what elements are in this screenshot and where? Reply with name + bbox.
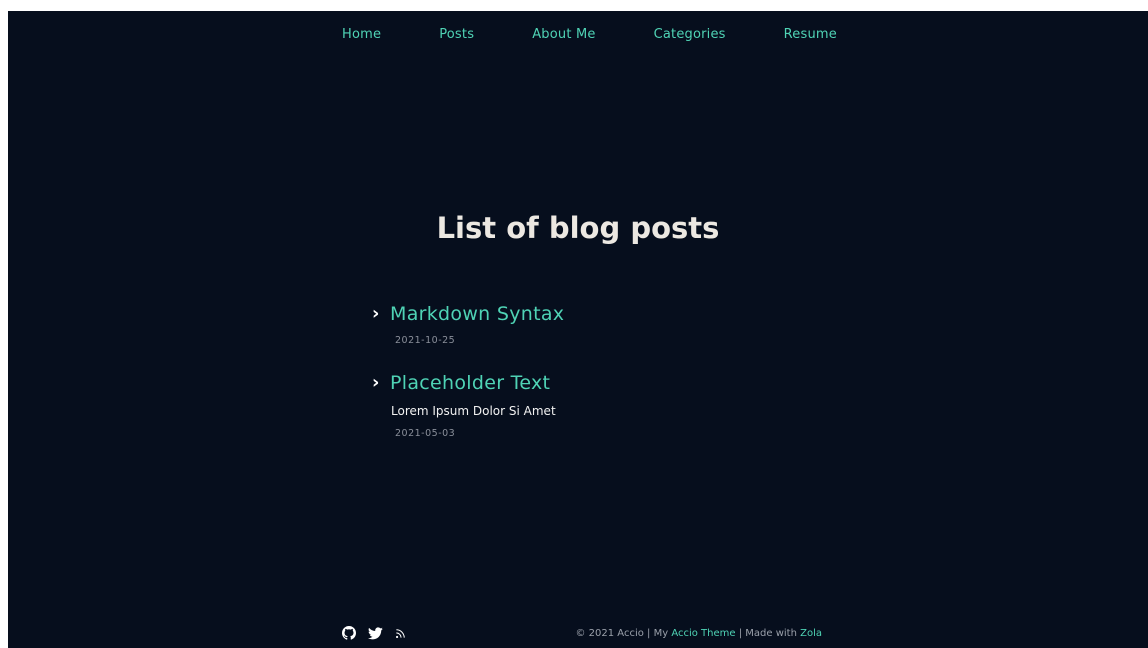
- list-item: › Placeholder Text Lorem Ipsum Dolor Si …: [372, 372, 872, 439]
- nav-item-posts[interactable]: Posts: [439, 27, 474, 42]
- chevron-right-icon: ›: [372, 303, 380, 324]
- copyright-text: © 2021 Accio | My Accio Theme | Made wit…: [575, 628, 822, 639]
- post-list: › Markdown Syntax 2021-10-25 › Placehold…: [372, 303, 872, 465]
- nav-item-categories[interactable]: Categories: [654, 27, 726, 42]
- nav-item-resume[interactable]: Resume: [784, 27, 837, 42]
- post-header: › Placeholder Text: [372, 372, 872, 394]
- rss-icon[interactable]: [395, 628, 406, 639]
- nav-item-about-me[interactable]: About Me: [532, 27, 595, 42]
- post-date: 2021-05-03: [395, 428, 456, 439]
- nav-item-home[interactable]: Home: [342, 27, 381, 42]
- accio-theme-link[interactable]: Accio Theme: [671, 628, 735, 639]
- list-item: › Markdown Syntax 2021-10-25: [372, 303, 872, 346]
- social-links: [342, 626, 406, 640]
- zola-link[interactable]: Zola: [800, 628, 822, 639]
- post-title-link[interactable]: Placeholder Text: [390, 372, 550, 394]
- post-description: Lorem Ipsum Dolor Si Amet: [391, 404, 556, 418]
- post-date: 2021-10-25: [395, 335, 456, 346]
- copyright-prefix: © 2021 Accio | My: [575, 628, 669, 639]
- twitter-icon[interactable]: [368, 626, 383, 640]
- top-nav: Home Posts About Me Categories Resume: [342, 27, 837, 42]
- post-header: › Markdown Syntax: [372, 303, 872, 325]
- footer: © 2021 Accio | My Accio Theme | Made wit…: [342, 626, 822, 648]
- copyright-separator: | Made with: [738, 628, 797, 639]
- page-title: List of blog posts: [436, 211, 720, 245]
- post-title-link[interactable]: Markdown Syntax: [390, 303, 564, 325]
- page: Home Posts About Me Categories Resume Li…: [8, 11, 1148, 648]
- chevron-right-icon: ›: [372, 372, 380, 393]
- github-icon[interactable]: [342, 626, 356, 640]
